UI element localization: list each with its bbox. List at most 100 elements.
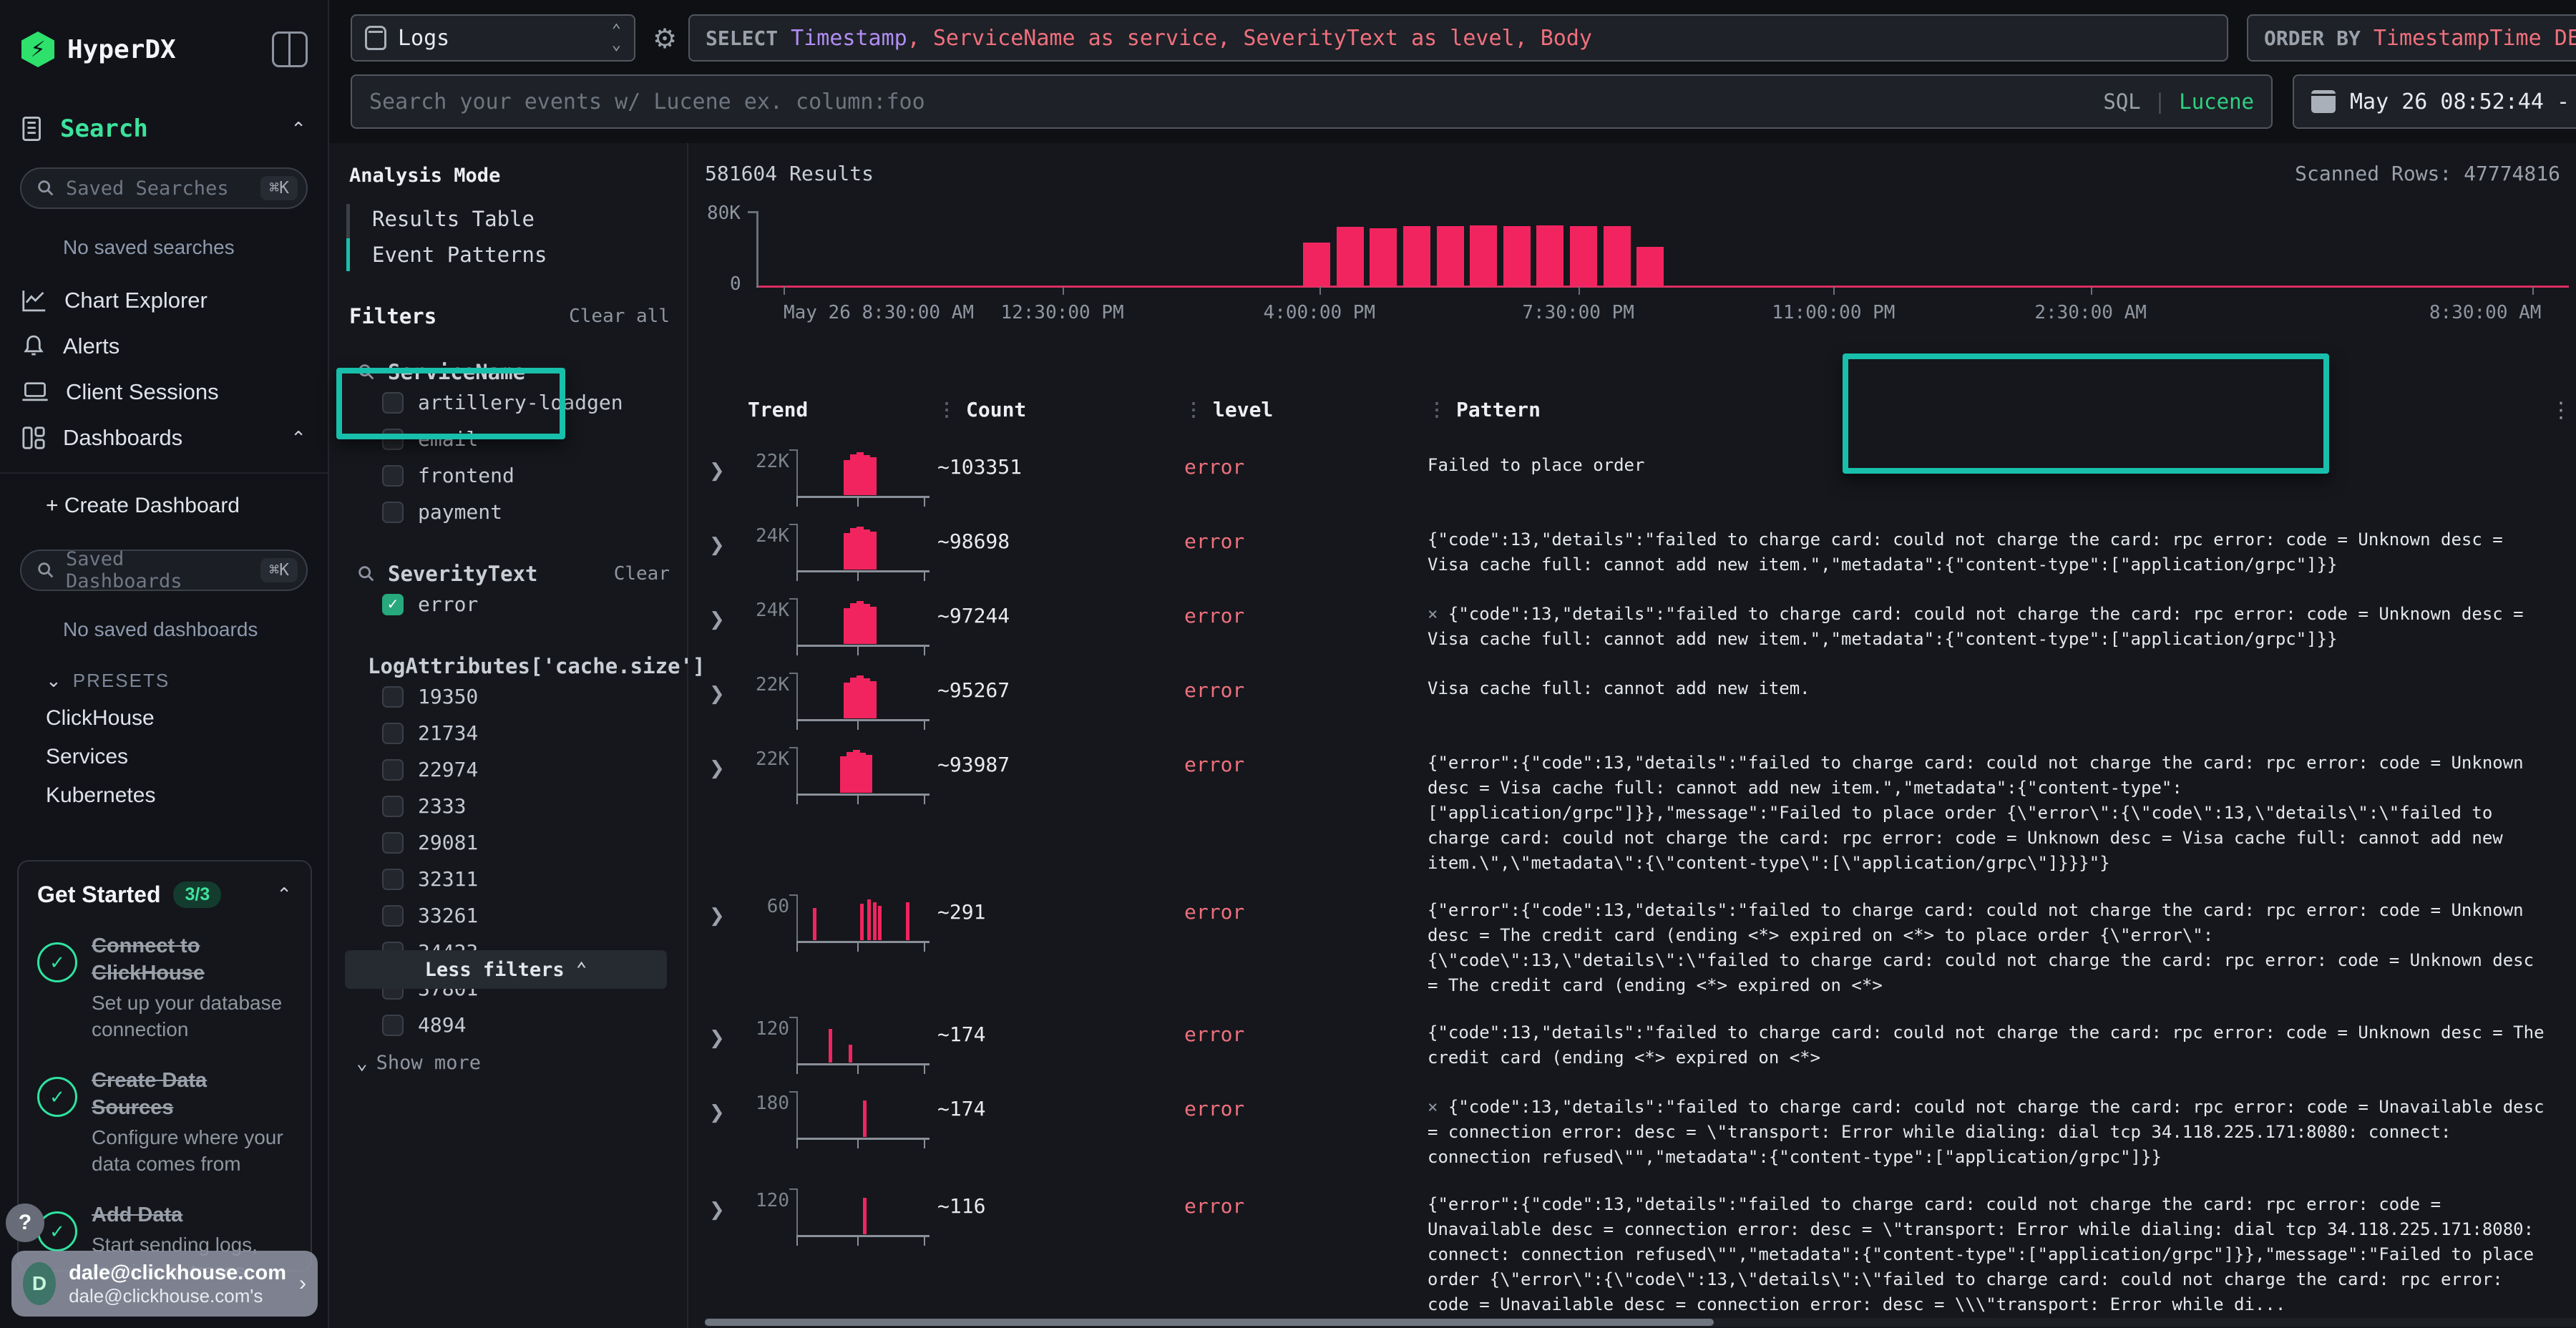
mode-results-table[interactable]: Results Table xyxy=(343,201,687,237)
mode-event-patterns[interactable]: Event Patterns xyxy=(343,237,687,273)
expand-chevron-icon[interactable]: ❯ xyxy=(705,449,748,482)
lucene-toggle[interactable]: Lucene xyxy=(2179,89,2254,114)
sidebar-item-chart-explorer[interactable]: Chart Explorer xyxy=(0,278,328,323)
saved-searches-input[interactable]: Saved Searches ⌘K xyxy=(20,167,308,209)
filter-option[interactable]: payment xyxy=(343,494,687,530)
shortcut-badge: ⌘K xyxy=(260,176,298,200)
column-header-level[interactable]: ⋮level xyxy=(1184,398,1428,421)
chevron-up-icon[interactable]: ⌃ xyxy=(291,118,306,140)
saved-dashboards-input[interactable]: Saved Dashboards ⌘K xyxy=(20,550,308,591)
checkbox[interactable] xyxy=(382,759,404,781)
count-cell: ~174 xyxy=(937,1017,1184,1046)
help-button[interactable]: ? xyxy=(6,1204,44,1242)
language-toggle[interactable]: SQL | Lucene xyxy=(2103,89,2254,114)
chevron-up-icon[interactable]: ⌃ xyxy=(276,884,292,906)
order-by-input[interactable]: ORDER BY TimestampTime DESC xyxy=(2247,14,2576,62)
clear-filter-link[interactable]: Clear xyxy=(614,563,670,585)
pattern-row[interactable]: ❯ 60 ~291 error {"error":{"code":13,"det… xyxy=(705,894,2576,998)
x-axis-label: 7:30:00 PM xyxy=(1522,302,1634,323)
sidebar-item-alerts[interactable]: Alerts xyxy=(0,323,328,369)
checkbox[interactable] xyxy=(382,1015,404,1036)
column-header-count[interactable]: ⋮Count xyxy=(937,398,1184,421)
drag-handle-icon[interactable]: ⋮ xyxy=(937,399,956,421)
filter-option[interactable]: 32311 xyxy=(343,861,687,897)
less-filters-button[interactable]: Less filters ⌃ xyxy=(345,950,667,989)
presets-toggle[interactable]: ⌄ PRESETS xyxy=(0,641,328,692)
checkbox[interactable]: ✓ xyxy=(382,594,404,615)
table-options-icon[interactable]: ⋮ xyxy=(2550,398,2572,423)
pattern-text: {"code":13,"details":"failed to charge c… xyxy=(1428,604,2524,649)
results-histogram[interactable]: 80K 0 May 26 8:30:00 AM12:30:00 PM4:00:0… xyxy=(756,211,2562,326)
sparkline-axis xyxy=(796,1063,930,1065)
clear-all-link[interactable]: Clear all xyxy=(569,306,670,327)
check-circle-icon: ✓ xyxy=(37,1077,77,1117)
checkbox[interactable] xyxy=(382,465,404,487)
search-icon[interactable] xyxy=(356,564,376,584)
filter-option[interactable]: 2333 xyxy=(343,788,687,824)
column-header-trend[interactable]: Trend xyxy=(748,398,937,421)
drag-handle-icon[interactable]: ⋮ xyxy=(1428,399,1446,421)
filter-option[interactable]: ✓error xyxy=(343,586,687,622)
pattern-row[interactable]: ❯ 24K ~97244 error × {"code":13,"details… xyxy=(705,598,2576,654)
checkbox[interactable] xyxy=(382,723,404,744)
pattern-row[interactable]: ❯ 180 ~174 error × {"code":13,"details":… xyxy=(705,1091,2576,1170)
user-menu[interactable]: D dale@clickhouse.com dale@clickhouse.co… xyxy=(11,1251,318,1317)
checkbox[interactable] xyxy=(382,686,404,708)
histogram-bar xyxy=(1470,225,1497,286)
filter-option[interactable]: 19350 xyxy=(343,678,687,715)
filter-option[interactable]: frontend xyxy=(343,457,687,494)
filter-option-label: 32311 xyxy=(418,867,478,891)
expand-chevron-icon[interactable]: ❯ xyxy=(705,894,748,927)
expand-chevron-icon[interactable]: ❯ xyxy=(705,673,748,705)
checkbox[interactable] xyxy=(382,905,404,927)
sparkline-axis xyxy=(796,941,930,943)
sparkline-axis xyxy=(796,719,930,721)
get-started-step-connect[interactable]: ✓ Connect to ClickHouse Set up your data… xyxy=(37,932,292,1043)
create-dashboard-button[interactable]: + Create Dashboard xyxy=(0,485,328,518)
sidebar-item-client-sessions[interactable]: Client Sessions xyxy=(0,369,328,415)
pattern-row[interactable]: ❯ 24K ~98698 error {"code":13,"details":… xyxy=(705,524,2576,580)
filter-option[interactable]: 21734 xyxy=(343,715,687,751)
brand-name: HyperDX xyxy=(67,35,259,64)
pattern-row[interactable]: ❯ 22K ~93987 error {"error":{"code":13,"… xyxy=(705,747,2576,876)
scrollbar-thumb[interactable] xyxy=(705,1319,1714,1326)
expand-chevron-icon[interactable]: ❯ xyxy=(705,747,748,779)
search-icon xyxy=(36,560,56,580)
pattern-text: {"code":13,"details":"failed to charge c… xyxy=(1428,529,2503,575)
sql-select-input[interactable]: SELECT Timestamp, ServiceName as service… xyxy=(688,14,2228,62)
expand-chevron-icon[interactable]: ❯ xyxy=(705,1017,748,1049)
sql-toggle[interactable]: SQL xyxy=(2103,89,2140,114)
sidebar-item-dashboards[interactable]: Dashboards ⌃ xyxy=(0,415,328,461)
checkbox[interactable] xyxy=(382,796,404,817)
chevron-up-icon[interactable]: ⌃ xyxy=(291,427,306,449)
source-select[interactable]: Logs ⌃⌄ xyxy=(351,14,635,62)
sidebar-collapse-icon[interactable] xyxy=(272,31,308,67)
filter-option[interactable]: 33261 xyxy=(343,897,687,934)
expand-chevron-icon[interactable]: ❯ xyxy=(705,1091,748,1123)
show-more-toggle[interactable]: ⌄Show more xyxy=(343,1043,687,1074)
search-input[interactable]: Search your events w/ Lucene ex. column:… xyxy=(351,74,2273,129)
date-range-picker[interactable]: May 26 08:52:44 - May 27 08:52:44 xyxy=(2293,74,2576,129)
drag-handle-icon[interactable]: ⋮ xyxy=(1184,399,1203,421)
pattern-cell: Visa cache full: cannot add new item. xyxy=(1428,673,2552,701)
expand-chevron-icon[interactable]: ❯ xyxy=(705,1188,748,1221)
sidebar-item-clickhouse[interactable]: ClickHouse xyxy=(0,692,328,731)
checkbox[interactable] xyxy=(382,869,404,890)
checkbox[interactable] xyxy=(382,502,404,523)
pattern-row[interactable]: ❯ 120 ~116 error {"error":{"code":13,"de… xyxy=(705,1188,2576,1317)
source-settings-gear-icon[interactable]: ⚙ xyxy=(653,23,677,55)
expand-chevron-icon[interactable]: ❯ xyxy=(705,598,748,630)
filter-option[interactable]: 22974 xyxy=(343,751,687,788)
horizontal-scrollbar[interactable] xyxy=(705,1318,2576,1327)
sidebar-item-search[interactable]: Search ⌃ xyxy=(0,67,328,143)
sidebar-item-services[interactable]: Services xyxy=(0,731,328,769)
filter-option[interactable]: 4894 xyxy=(343,1007,687,1043)
sidebar-item-kubernetes[interactable]: Kubernetes xyxy=(0,769,328,808)
get-started-step-sources[interactable]: ✓ Create Data Sources Configure where yo… xyxy=(37,1067,292,1177)
pattern-row[interactable]: ❯ 22K ~95267 error Visa cache full: cann… xyxy=(705,673,2576,728)
expand-chevron-icon[interactable]: ❯ xyxy=(705,524,748,556)
pattern-prefix: × xyxy=(1428,1097,1448,1117)
filter-option[interactable]: 29081 xyxy=(343,824,687,861)
checkbox[interactable] xyxy=(382,832,404,854)
pattern-row[interactable]: ❯ 120 ~174 error {"code":13,"details":"f… xyxy=(705,1017,2576,1073)
